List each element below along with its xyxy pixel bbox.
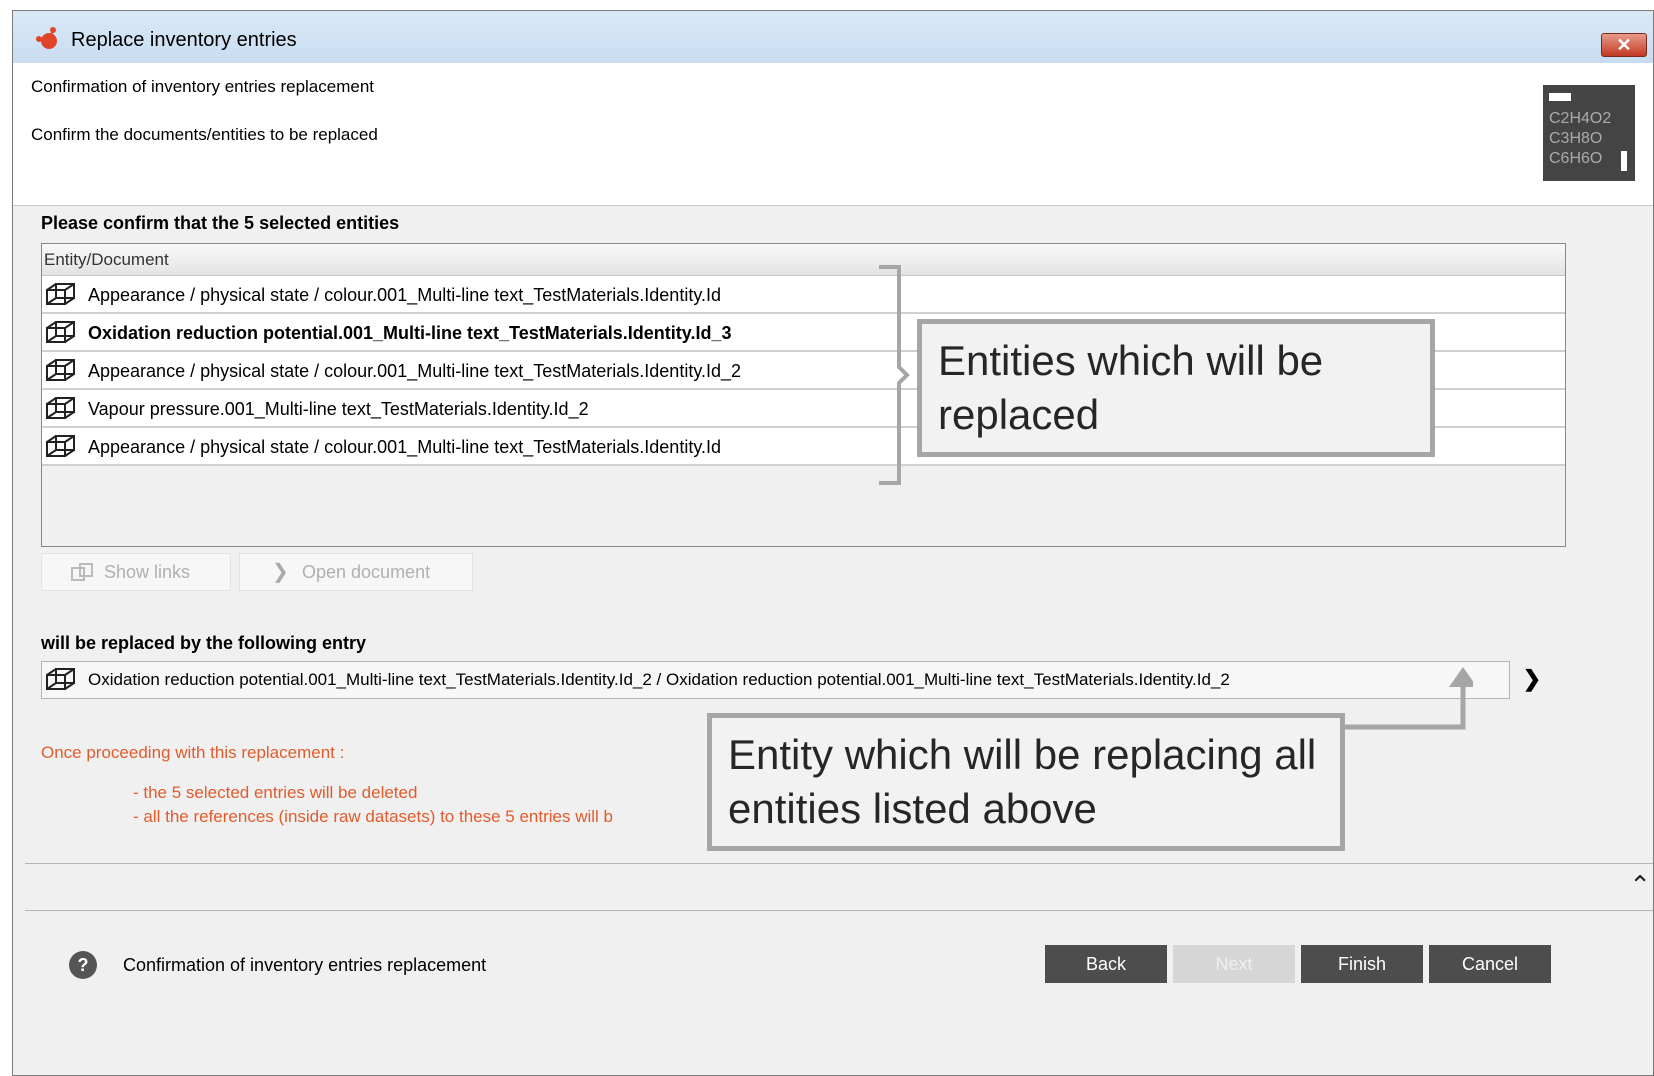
replacement-entry-field[interactable]: Oxidation reduction potential.001_Multi-… xyxy=(41,661,1510,699)
show-links-button[interactable]: Show links xyxy=(41,553,231,591)
replace-inventory-dialog: Replace inventory entries ✕ Confirmation… xyxy=(12,10,1654,1076)
row-label: Oxidation reduction potential.001_Multi-… xyxy=(88,323,732,343)
chemistry-logo: C2H4O2 C3H8O C6H6O xyxy=(1543,85,1635,181)
open-document-label: Open document xyxy=(302,562,431,582)
window-title: Replace inventory entries xyxy=(71,29,297,51)
page-title: Confirmation of inventory entries replac… xyxy=(31,77,374,96)
warning-line-1: - the 5 selected entries will be deleted xyxy=(133,783,418,802)
replacement-entry-text: Oxidation reduction potential.001_Multi-… xyxy=(88,670,1230,689)
row-label: Appearance / physical state / colour.001… xyxy=(88,361,742,381)
callout-entities-replaced: Entities which will be replaced xyxy=(917,319,1435,457)
links-icon xyxy=(71,563,93,581)
entity-cube-icon xyxy=(46,668,75,690)
page-subtitle: Confirm the documents/entities to be rep… xyxy=(31,125,378,144)
chevron-up-icon[interactable]: ⌃ xyxy=(1629,870,1651,901)
callout-arrow xyxy=(1335,667,1473,730)
show-links-label: Show links xyxy=(104,562,191,582)
wizard-header: Confirmation of inventory entries replac… xyxy=(13,63,1653,206)
selection-label: Please confirm that the 5 selected entit… xyxy=(41,213,400,233)
open-document-button[interactable]: ❯ Open document xyxy=(239,553,473,591)
close-button[interactable]: ✕ xyxy=(1601,33,1647,57)
replacement-label: will be replaced by the following entry xyxy=(41,633,367,653)
row-label: Appearance / physical state / colour.001… xyxy=(88,437,721,457)
chevron-right-icon: ❯ xyxy=(272,561,289,583)
entity-cube-icon xyxy=(46,435,75,457)
finish-button[interactable]: Finish xyxy=(1301,945,1423,983)
next-button[interactable]: Next xyxy=(1173,945,1295,983)
callout-bracket xyxy=(879,265,910,485)
entity-cube-icon xyxy=(46,283,75,305)
warning-intro: Once proceeding with this replacement : xyxy=(41,743,345,762)
chevron-right-icon[interactable]: ❯ xyxy=(1517,663,1547,695)
column-header-entity-document[interactable]: Entity/Document xyxy=(42,244,1565,276)
footer-status: Confirmation of inventory entries replac… xyxy=(123,955,487,975)
table-row[interactable]: Appearance / physical state / colour.001… xyxy=(42,276,1565,314)
details-panel[interactable]: ⌃ xyxy=(25,863,1653,911)
entity-cube-icon xyxy=(46,321,75,343)
entity-cube-icon xyxy=(46,359,75,381)
callout-replacing-entity: Entity which will be replacing all entit… xyxy=(707,713,1345,851)
back-button[interactable]: Back xyxy=(1045,945,1167,983)
cancel-button[interactable]: Cancel xyxy=(1429,945,1551,983)
row-label: Vapour pressure.001_Multi-line text_Test… xyxy=(88,399,589,419)
app-logo-icon xyxy=(36,27,57,49)
row-label: Appearance / physical state / colour.001… xyxy=(88,285,721,305)
title-bar: Replace inventory entries ✕ xyxy=(13,11,1653,64)
help-icon[interactable]: ? xyxy=(69,951,97,979)
warning-line-2: - all the references (inside raw dataset… xyxy=(133,807,614,826)
entity-cube-icon xyxy=(46,397,75,419)
